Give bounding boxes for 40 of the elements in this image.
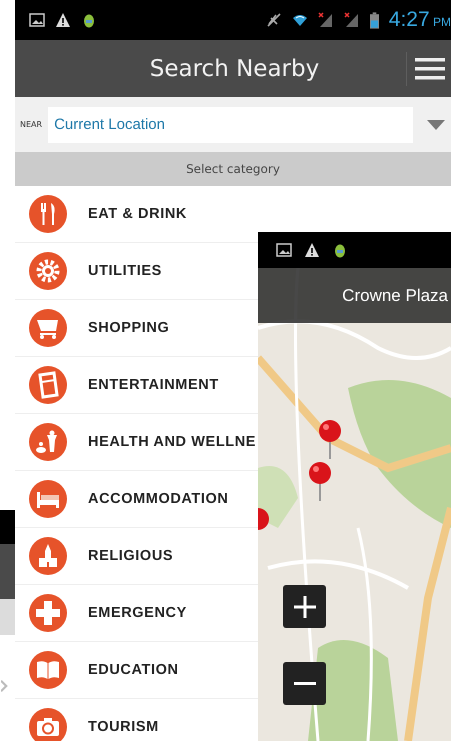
menu-icon xyxy=(415,56,445,80)
category-header: Select category xyxy=(15,152,451,186)
category-item[interactable]: EAT & DRINK xyxy=(15,186,258,243)
category-item[interactable]: HEALTH AND WELLNE xyxy=(15,414,258,471)
category-item[interactable]: EMERGENCY xyxy=(15,585,258,642)
app-bar xyxy=(0,544,15,599)
clock-text: 4:27 PM xyxy=(388,8,451,32)
android-icon xyxy=(81,12,97,28)
image-icon xyxy=(29,12,45,28)
mute-icon xyxy=(266,12,282,28)
image-icon xyxy=(276,242,292,258)
plus-icon xyxy=(292,594,316,618)
category-item[interactable]: RELIGIOUS xyxy=(15,528,258,585)
warning-icon xyxy=(304,242,320,258)
header-bar xyxy=(0,599,15,635)
wifi-icon xyxy=(292,12,308,28)
signal-icon xyxy=(344,12,360,28)
place-title: Crowne Plaza xyxy=(342,286,448,306)
zoom-out-button[interactable] xyxy=(283,662,326,705)
zoom-in-button[interactable] xyxy=(283,585,326,628)
battery-icon xyxy=(370,12,379,28)
category-item[interactable]: EDUCATION xyxy=(15,642,258,699)
android-icon xyxy=(332,242,348,258)
location-field[interactable]: Current Location xyxy=(48,106,413,142)
near-label: NEAR xyxy=(20,120,42,129)
screen-title: Search Nearby xyxy=(148,56,320,82)
dropdown-arrow-icon[interactable] xyxy=(427,120,445,130)
category-item[interactable]: TOURISM xyxy=(15,699,258,741)
map-pin-icon[interactable] xyxy=(318,419,342,459)
category-item[interactable]: ENTERTAINMENT xyxy=(15,357,258,414)
category-item[interactable]: SHOPPING xyxy=(15,300,258,357)
category-item[interactable]: UTILITIES xyxy=(15,243,258,300)
status-bar xyxy=(0,510,15,544)
minus-icon xyxy=(292,682,316,685)
map-pin-icon[interactable] xyxy=(258,507,270,531)
warning-icon xyxy=(55,12,71,28)
map-pin-icon[interactable] xyxy=(308,461,332,501)
category-item[interactable]: ACCOMMODATION xyxy=(15,471,258,528)
signal-icon xyxy=(318,12,334,28)
chevron-icon xyxy=(1,678,8,694)
